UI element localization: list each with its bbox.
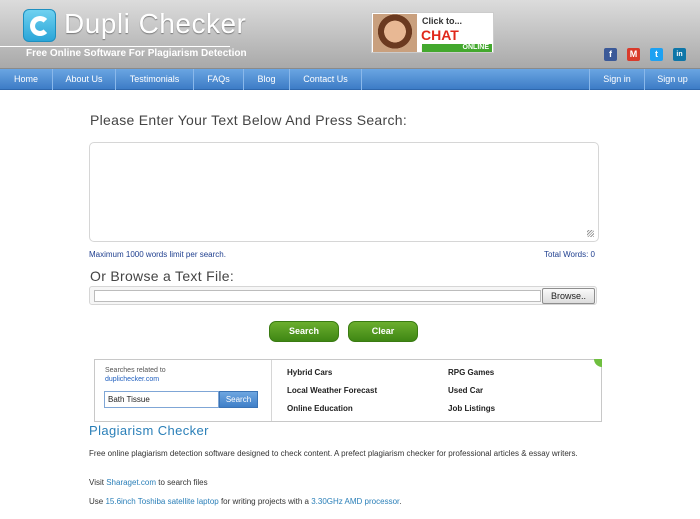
nav-faqs[interactable]: FAQs [194, 69, 244, 90]
gmail-icon[interactable]: M [627, 48, 640, 61]
use-suffix: . [399, 497, 402, 506]
search-button[interactable]: Search [269, 321, 339, 342]
nav-testimonials[interactable]: Testimonials [116, 69, 194, 90]
main-nav: Home About Us Testimonials FAQs Blog Con… [0, 69, 700, 90]
ad-link-used-car[interactable]: Used Car [448, 386, 483, 395]
logo-divider [0, 46, 230, 47]
ad-link-hybrid-cars[interactable]: Hybrid Cars [287, 368, 332, 377]
visit-line: Visit Sharaget.com to search files [89, 477, 599, 488]
toshiba-laptop-link[interactable]: 15.6inch Toshiba satellite laptop [105, 497, 218, 506]
browse-button[interactable]: Browse.. [542, 288, 595, 304]
use-prefix: Use [89, 497, 106, 506]
linkedin-icon[interactable]: in [673, 48, 686, 61]
nav-sign-in[interactable]: Sign in [589, 69, 644, 90]
brand-tagline: Free Online Software For Plagiarism Dete… [26, 48, 247, 59]
nav-sign-up[interactable]: Sign up [644, 69, 700, 90]
plagiarism-checker-title: Plagiarism Checker [89, 423, 209, 438]
brand-name[interactable]: Dupli Checker [64, 8, 246, 40]
ad-divider [271, 360, 272, 421]
duplichecker-logo-icon[interactable] [23, 9, 56, 42]
visit-prefix: Visit [89, 478, 107, 487]
chat-online-text: ONLINE [422, 44, 492, 52]
ad-search-button[interactable]: Search [219, 391, 258, 408]
description-text: Free online plagiarism detection softwar… [89, 449, 578, 458]
ad-link-local-weather[interactable]: Local Weather Forecast [287, 386, 377, 395]
browse-heading: Or Browse a Text File: [90, 268, 235, 284]
twitter-icon[interactable]: t [650, 48, 663, 61]
word-limit-note: Maximum 1000 words limit per search. [89, 250, 226, 259]
visit-suffix: to search files [156, 478, 208, 487]
file-upload-row: Browse.. [89, 286, 597, 305]
text-input-heading: Please Enter Your Text Below And Press S… [90, 112, 408, 128]
chat-live-banner[interactable]: Click to... CHAT LIVE ONLINE [371, 12, 494, 53]
ad-link-rpg-games[interactable]: RPG Games [448, 368, 494, 377]
ad-link-job-listings[interactable]: Job Listings [448, 404, 495, 413]
ad-choices-icon[interactable] [594, 359, 602, 367]
nav-blog[interactable]: Blog [244, 69, 290, 90]
use-line: Use 15.6inch Toshiba satellite laptop fo… [89, 496, 599, 507]
clear-button[interactable]: Clear [348, 321, 418, 342]
chat-click-text: Click to... [422, 16, 463, 26]
nav-home[interactable]: Home [0, 69, 53, 90]
facebook-icon[interactable]: f [604, 48, 617, 61]
nav-about-us[interactable]: About Us [53, 69, 116, 90]
resize-grip-icon[interactable] [587, 230, 594, 237]
nav-contact-us[interactable]: Contact Us [290, 69, 362, 90]
related-searches-label: Searches related to duplichecker.com [105, 366, 166, 384]
file-path-field[interactable] [94, 290, 541, 302]
total-words-counter: Total Words: 0 [544, 250, 595, 259]
ad-link-online-education[interactable]: Online Education [287, 404, 353, 413]
site-header: Dupli Checker Free Online Software For P… [0, 0, 700, 69]
support-agent-photo [373, 14, 417, 52]
amd-processor-link[interactable]: 3.30GHz AMD processor [311, 497, 399, 506]
related-searches-ad: Searches related to duplichecker.com Bat… [94, 359, 602, 422]
ad-search-input[interactable]: Bath Tissue [104, 391, 219, 408]
related-label-text: Searches related to [105, 367, 166, 374]
use-middle: for writing projects with a [218, 497, 312, 506]
sharaget-link[interactable]: Sharaget.com [106, 478, 156, 487]
text-input-area[interactable] [89, 142, 599, 242]
related-domain-link[interactable]: duplichecker.com [105, 376, 159, 383]
